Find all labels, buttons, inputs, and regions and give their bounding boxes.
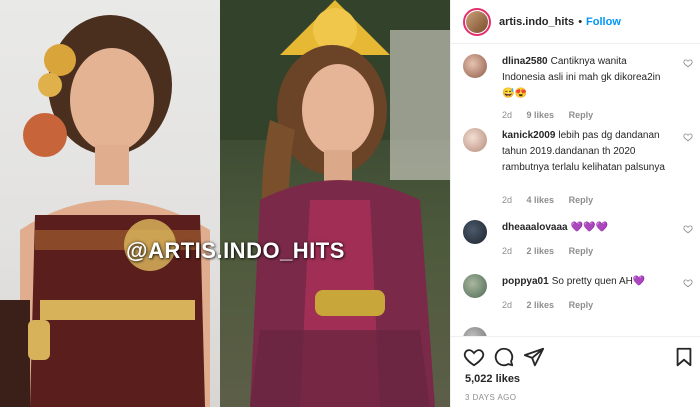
comment-body: kanick2009 lebih pas dg dandanan tahun 20… [502,128,672,176]
comment-avatar[interactable] [463,128,487,152]
post-sidebar: artis.indo_hits • Follow dlina2580 Cantik… [450,0,700,407]
comment-avatar[interactable] [463,54,487,78]
comment-item: poppya01 So pretty quen AH💜 2d 2 likes Re… [463,274,695,314]
comment-username[interactable]: dheaaalovaaa [502,222,568,233]
post-actions: 5,022 likes 3 DAYS AGO [451,336,700,407]
portrait-left-illustration [0,15,210,407]
post-watermark: @ARTIS.INDO_HITS [126,238,345,263]
reply-button[interactable]: Reply [569,246,594,256]
portrait-right-illustration [220,0,450,407]
save-bookmark-icon[interactable] [673,346,695,368]
comment-meta: 2d 2 likes Reply [502,300,605,310]
comment-age: 2d [502,300,513,310]
comment-age: 2d [502,195,513,205]
comment-likes[interactable]: 2 likes [527,246,555,256]
reply-button[interactable]: Reply [569,300,594,310]
reply-button[interactable]: Reply [569,195,594,205]
comment-likes[interactable]: 4 likes [527,195,555,205]
likes-count[interactable]: 5,022 likes [465,373,520,385]
comment-body: dlina2580 Cantiknya wanita Indonesia asli… [502,54,672,102]
like-comment-heart-icon[interactable] [683,132,693,142]
comment-username[interactable]: dlina2580 [502,56,548,67]
comment-age: 2d [502,110,513,120]
comment-avatar[interactable] [463,220,487,244]
post-date: 3 DAYS AGO [465,393,517,402]
comment-text: 💜💜💜 [570,222,608,233]
comment-meta: 2d 2 likes Reply [502,246,605,256]
reply-button[interactable]: Reply [569,110,594,120]
comment-username[interactable]: kanick2009 [502,130,555,141]
comment-item: dlina2580 Cantiknya wanita Indonesia asli… [463,54,695,120]
follow-button[interactable]: Follow [586,16,621,28]
profile-avatar[interactable] [463,7,491,36]
header-separator: • [578,15,583,28]
comment-age: 2d [502,246,513,256]
like-comment-heart-icon[interactable] [683,224,693,234]
comment-body: dheaaalovaaa 💜💜💜 [502,220,672,236]
share-paper-plane-icon[interactable] [523,346,545,368]
comments-list[interactable]: dlina2580 Cantiknya wanita Indonesia asli… [451,44,700,336]
post-photo-left [0,0,220,407]
comment-item: dheaaalovaaa 💜💜💜 2d 2 likes Reply [463,220,695,260]
profile-username[interactable]: artis.indo_hits [499,16,574,28]
comment-bubble-icon[interactable] [493,346,515,368]
comment-avatar[interactable] [463,274,487,298]
comment-likes[interactable]: 9 likes [527,110,555,120]
post-media[interactable]: @ARTIS.INDO_HITS [0,0,450,407]
comment-item: kanick2009 lebih pas dg dandanan tahun 20… [463,128,695,208]
like-comment-heart-icon[interactable] [683,278,693,288]
comment-avatar[interactable] [463,327,487,336]
avatar-image [466,10,488,33]
comment-text: So pretty quen AH💜 [551,276,646,287]
comment-item-partial [463,327,695,336]
like-heart-icon[interactable] [463,346,485,368]
like-comment-heart-icon[interactable] [683,58,693,68]
comment-meta: 2d 9 likes Reply [502,110,605,120]
comment-username[interactable]: poppya01 [502,276,549,287]
post-header: artis.indo_hits • Follow [451,0,700,44]
comment-body: poppya01 So pretty quen AH💜 [502,274,672,290]
comment-meta: 2d 4 likes Reply [502,195,605,205]
post-photo-right [220,0,450,407]
comment-likes[interactable]: 2 likes [527,300,555,310]
